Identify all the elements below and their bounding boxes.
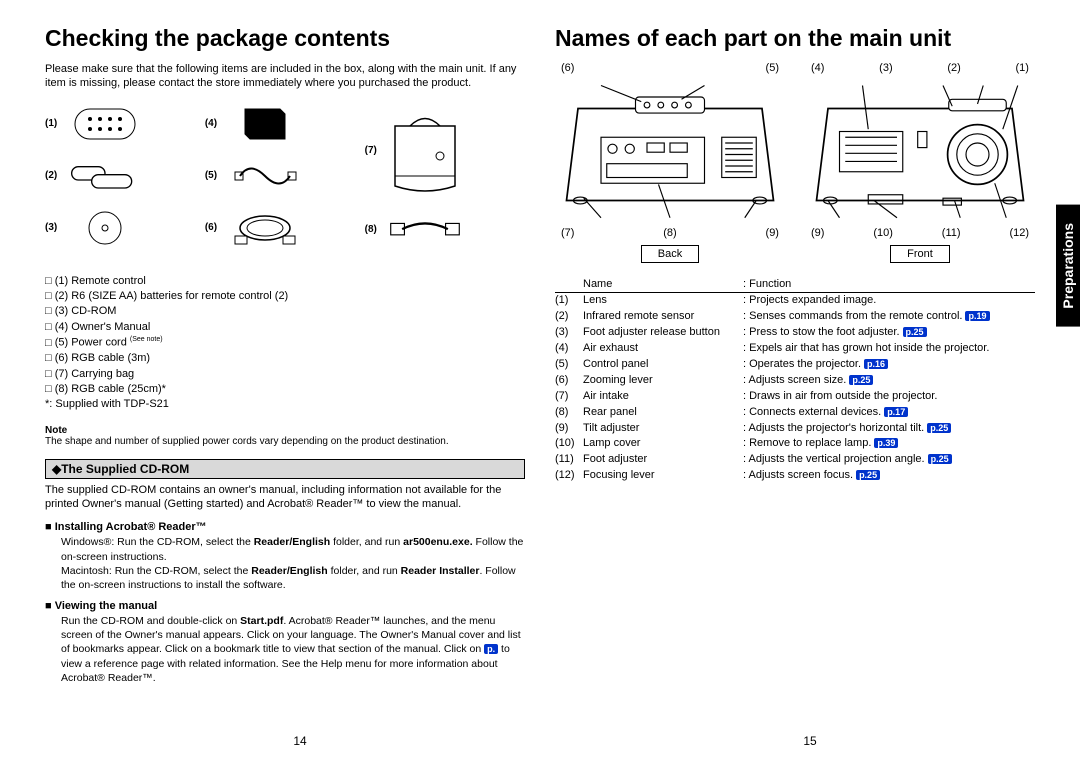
- remote-control-icon: [65, 104, 145, 144]
- check-item: (8) RGB cable (25cm)*: [45, 382, 525, 397]
- supplied-note: *: Supplied with TDP-S21: [45, 398, 169, 410]
- cd-intro: The supplied CD-ROM contains an owner's …: [45, 483, 525, 512]
- col-name-header: Name: [583, 278, 743, 290]
- back-label: Back: [641, 245, 699, 263]
- callout: (2): [947, 62, 960, 74]
- page-number-left: 14: [45, 734, 555, 748]
- check-item: (4) Owner's Manual: [45, 320, 525, 335]
- parts-row: (3)Foot adjuster release button: Press t…: [555, 325, 1035, 341]
- power-cord-icon: [225, 156, 305, 196]
- page-reference: p.25: [849, 375, 873, 385]
- viewing-body: Run the CD-ROM and double-click on Start…: [45, 614, 525, 685]
- check-item: (2) R6 (SIZE AA) batteries for remote co…: [45, 289, 525, 304]
- check-item: (3) CD-ROM: [45, 304, 525, 319]
- note-heading: Note: [45, 425, 525, 436]
- pkg-num-7: (7): [365, 145, 385, 156]
- callout: (11): [942, 227, 961, 239]
- page-reference: p.19: [965, 311, 989, 321]
- side-tab-preparations: Preparations: [1056, 205, 1080, 327]
- right-page: Names of each part on the main unit (6) …: [540, 25, 1050, 743]
- check-item: (6) RGB cable (3m): [45, 351, 525, 366]
- install-body: Windows®: Run the CD-ROM, select the Rea…: [45, 535, 525, 592]
- callout: (8): [663, 227, 676, 239]
- callout: (6): [561, 62, 574, 74]
- left-page: Checking the package contents Please mak…: [30, 25, 540, 743]
- viewing-heading: Viewing the manual: [45, 600, 525, 612]
- pkg-num-6: (6): [205, 222, 225, 233]
- parts-row: (6)Zooming lever: Adjusts screen size.p.…: [555, 373, 1035, 389]
- page-reference: p.25: [927, 423, 951, 433]
- diagram-area: (6) (5): [555, 62, 1035, 262]
- parts-row: (9)Tilt adjuster: Adjusts the projector'…: [555, 421, 1035, 437]
- parts-row: (2)Infrared remote sensor: Senses comman…: [555, 309, 1035, 325]
- col-func-header: : Function: [743, 278, 1035, 290]
- check-item: (1) Remote control: [45, 274, 525, 289]
- pkg-num-5: (5): [205, 170, 225, 181]
- parts-row: (11)Foot adjuster: Adjusts the vertical …: [555, 452, 1035, 468]
- left-title: Checking the package contents: [45, 25, 525, 52]
- back-view: (6) (5): [555, 62, 785, 262]
- callout: (10): [873, 227, 893, 239]
- check-item: (5) Power cord (See note): [45, 335, 525, 351]
- parts-row: (7)Air intake: Draws in air from outside…: [555, 389, 1035, 405]
- page-reference: p.16: [864, 359, 888, 369]
- page-reference: p.25: [928, 454, 952, 464]
- callout: (4): [811, 62, 824, 74]
- parts-row: (12)Focusing lever: Adjusts screen focus…: [555, 468, 1035, 484]
- parts-row: (1)Lens: Projects expanded image.: [555, 293, 1035, 309]
- note-body: The shape and number of supplied power c…: [45, 436, 525, 447]
- projector-front-icon: [805, 74, 1035, 224]
- carrying-bag-icon: [385, 106, 465, 196]
- parts-row: (4)Air exhaust: Expels air that has grow…: [555, 341, 1035, 357]
- manual-icon: [225, 104, 305, 144]
- pkg-num-8: (8): [365, 224, 385, 235]
- left-intro: Please make sure that the following item…: [45, 62, 525, 91]
- callout: (5): [766, 62, 779, 74]
- pkg-num-1: (1): [45, 118, 65, 129]
- page-reference: p.25: [856, 470, 880, 480]
- front-view: (4) (3) (2) (1): [805, 62, 1035, 262]
- install-heading: Installing Acrobat® Reader™: [45, 521, 525, 533]
- page-reference: p.17: [884, 407, 908, 417]
- short-cable-icon: [385, 210, 465, 250]
- parts-row: (8)Rear panel: Connects external devices…: [555, 405, 1035, 421]
- batteries-icon: [65, 156, 145, 196]
- callout: (7): [561, 227, 574, 239]
- parts-table-header: Name : Function: [555, 278, 1035, 293]
- check-item: (7) Carrying bag: [45, 367, 525, 382]
- callout: (1): [1016, 62, 1029, 74]
- front-label: Front: [890, 245, 950, 263]
- parts-row: (5)Control panel: Operates the projector…: [555, 357, 1035, 373]
- callout: (9): [811, 227, 824, 239]
- page-reference: p.39: [874, 438, 898, 448]
- checklist: (1) Remote control (2) R6 (SIZE AA) batt…: [45, 274, 525, 413]
- callout: (3): [879, 62, 892, 74]
- rgb-cable-icon: [225, 208, 305, 248]
- cdrom-icon: [65, 208, 145, 248]
- parts-table-body: (1)Lens: Projects expanded image.(2)Infr…: [555, 293, 1035, 484]
- right-title: Names of each part on the main unit: [555, 25, 1035, 52]
- projector-back-icon: [555, 74, 785, 224]
- package-grid: (1) (2) (3) (4): [45, 101, 525, 259]
- callout: (9): [766, 227, 779, 239]
- cd-section-heading: ◆The Supplied CD-ROM: [45, 459, 525, 479]
- pkg-num-2: (2): [45, 170, 65, 181]
- pkg-num-4: (4): [205, 118, 225, 129]
- page-reference: p.25: [903, 327, 927, 337]
- parts-row: (10)Lamp cover: Remove to replace lamp.p…: [555, 436, 1035, 452]
- pkg-num-3: (3): [45, 222, 65, 233]
- page-number-right: 15: [555, 734, 1065, 748]
- callout: (12): [1009, 227, 1029, 239]
